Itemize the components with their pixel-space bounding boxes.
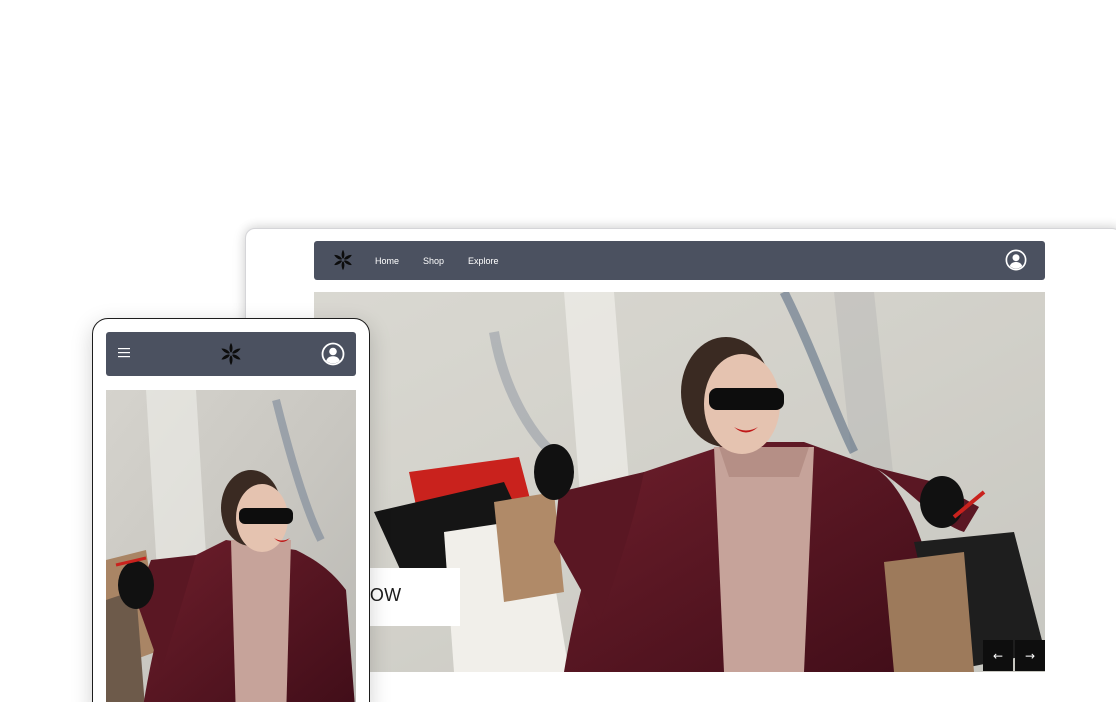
carousel-next-button[interactable]: →	[1015, 640, 1045, 671]
arrow-left-icon: ←	[992, 648, 1004, 663]
user-circle-icon[interactable]	[1005, 249, 1027, 271]
desktop-navbar: Home Shop Explore	[314, 241, 1045, 280]
nav-link-home[interactable]: Home	[375, 256, 399, 266]
carousel-prev-button[interactable]: ←	[983, 640, 1013, 671]
mobile-hero-image	[106, 390, 356, 702]
hamburger-menu-icon[interactable]	[118, 347, 132, 359]
hero-carousel: SHOP NOW ← →	[314, 292, 1045, 672]
mobile-phone-frame	[92, 318, 370, 702]
nav-link-explore[interactable]: Explore	[468, 256, 499, 266]
desktop-nav-links: Home Shop Explore	[375, 241, 523, 280]
device-mockup-stage: Home Shop Explore NOW ← →	[0, 0, 1116, 702]
nav-link-shop[interactable]: Shop	[423, 256, 444, 266]
arrow-right-icon: →	[1024, 648, 1036, 663]
desktop-browser-frame: Home Shop Explore NOW ← →	[245, 228, 1116, 702]
mobile-navbar	[106, 332, 356, 376]
user-circle-icon[interactable]	[321, 342, 345, 366]
flower-logo-icon[interactable]	[332, 249, 354, 271]
hero-photo	[106, 390, 356, 702]
flower-logo-icon[interactable]	[219, 342, 243, 366]
